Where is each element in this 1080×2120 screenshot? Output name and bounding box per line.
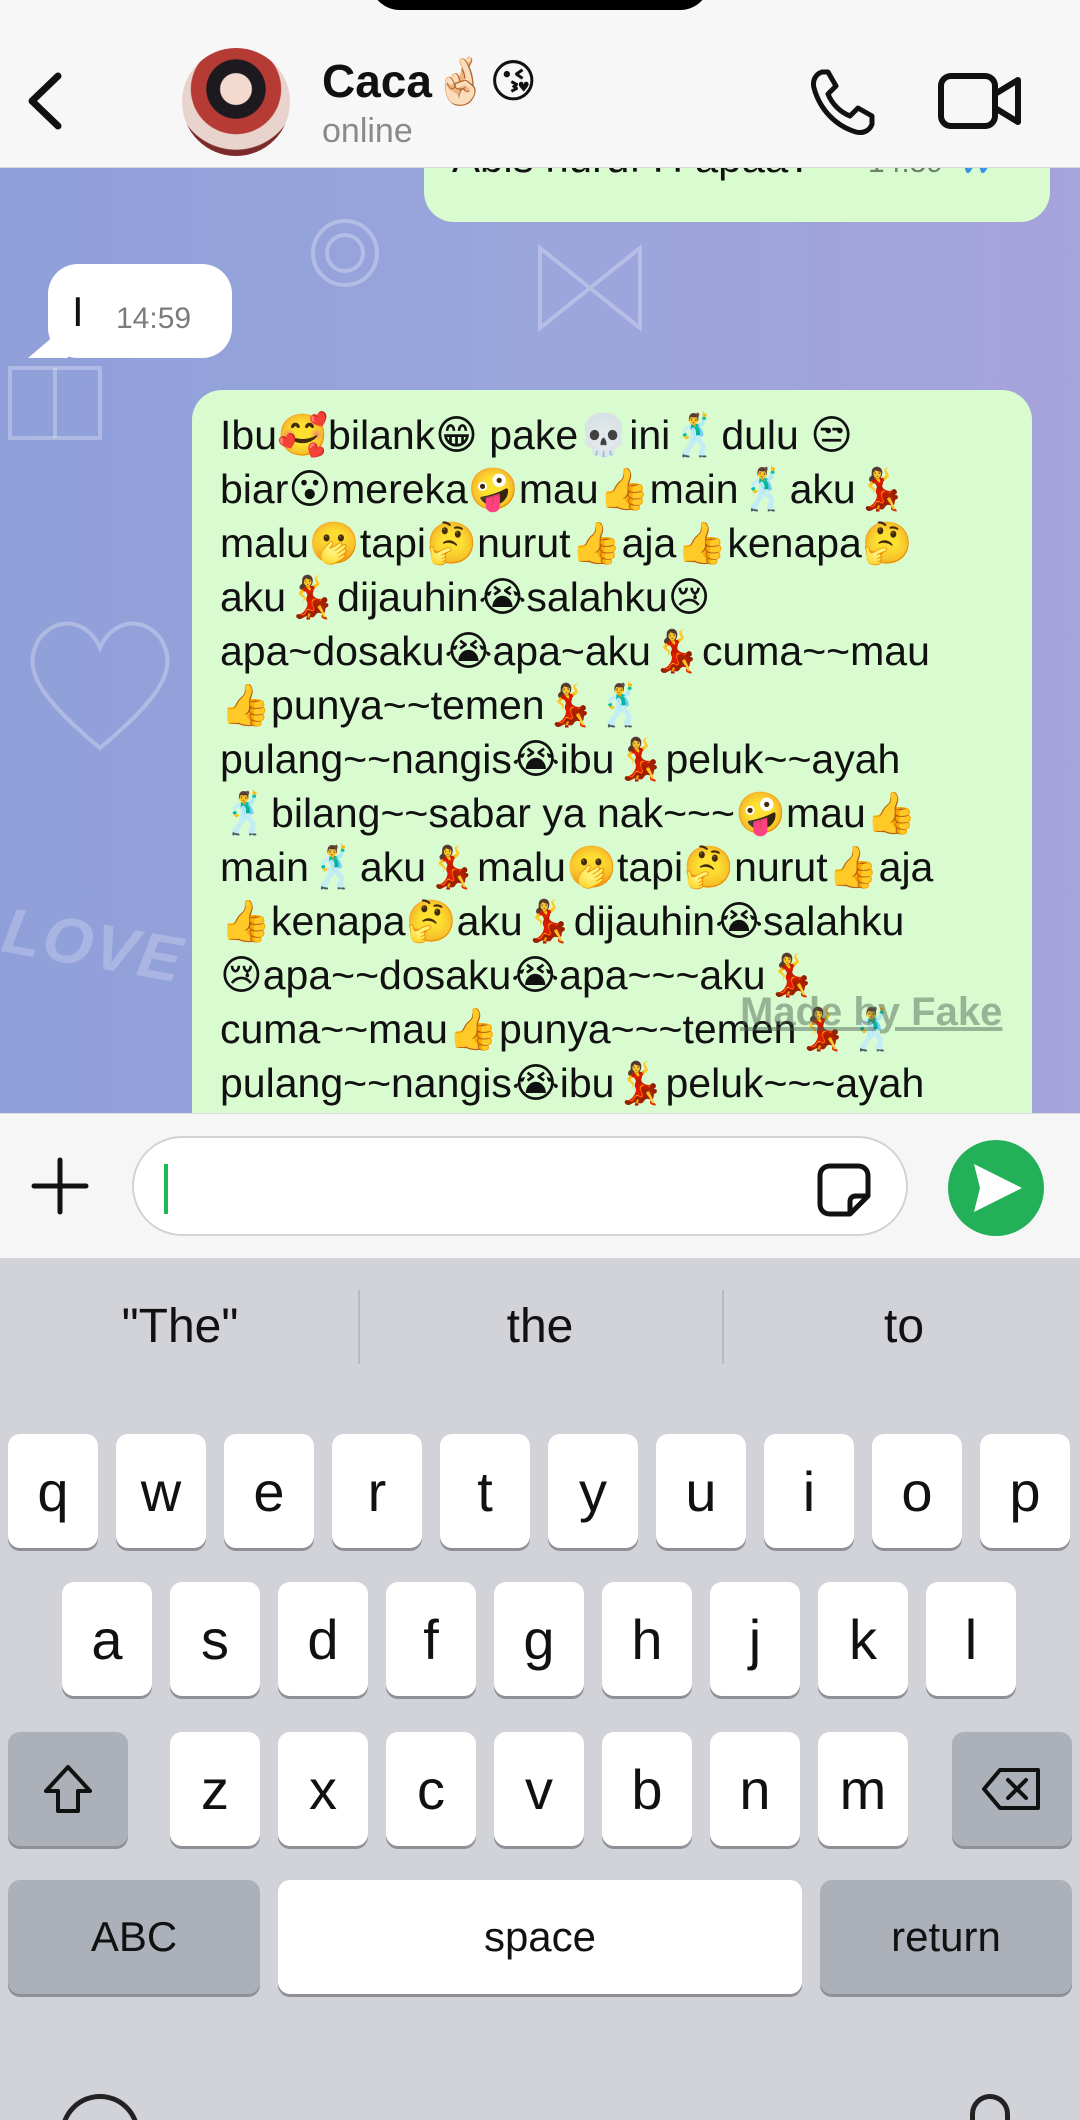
key-h[interactable]: h	[602, 1582, 692, 1696]
key-c[interactable]: c	[386, 1732, 476, 1846]
key-z[interactable]: z	[170, 1732, 260, 1846]
space-key[interactable]: space	[278, 1880, 802, 1994]
message-time: 14:59	[116, 302, 192, 335]
key-x[interactable]: x	[278, 1732, 368, 1846]
key-j[interactable]: j	[710, 1582, 800, 1696]
contact-name[interactable]: Caca🤞🏻😘	[322, 54, 537, 109]
key-p[interactable]: p	[980, 1434, 1070, 1548]
suggestion-1[interactable]: "The"	[0, 1258, 360, 1394]
key-n[interactable]: n	[710, 1732, 800, 1846]
globe-icon[interactable]	[60, 2094, 140, 2120]
shift-icon	[44, 1765, 92, 1813]
key-g[interactable]: g	[494, 1582, 584, 1696]
sticker-icon[interactable]	[816, 1162, 872, 1218]
send-button[interactable]	[948, 1140, 1044, 1236]
key-s[interactable]: s	[170, 1582, 260, 1696]
key-b[interactable]: b	[602, 1732, 692, 1846]
message-text: Abis huruf H apaa?	[452, 168, 812, 182]
key-w[interactable]: w	[116, 1434, 206, 1548]
key-m[interactable]: m	[818, 1732, 908, 1846]
key-l[interactable]: l	[926, 1582, 1016, 1696]
love-doodle-text: LOVE	[0, 893, 190, 997]
keyboard: "The" the to q w e r t y u i o p a s d f…	[0, 1258, 1080, 2120]
phone-icon[interactable]	[808, 66, 878, 136]
key-y[interactable]: y	[548, 1434, 638, 1548]
sun-doodle-icon	[311, 219, 379, 287]
message-input-bar	[0, 1113, 1080, 1258]
suggestion-2[interactable]: the	[360, 1258, 720, 1394]
plus-icon[interactable]	[28, 1154, 92, 1218]
chevron-left-icon[interactable]	[22, 66, 72, 136]
message-input[interactable]	[132, 1136, 908, 1236]
abc-key[interactable]: ABC	[8, 1880, 260, 1994]
read-ticks-icon: ✓✓	[960, 168, 1001, 184]
incoming-message[interactable]: I 14:59	[48, 264, 232, 358]
microphone-icon[interactable]	[970, 2094, 1010, 2120]
heart-doodle-icon	[30, 621, 170, 751]
key-u[interactable]: u	[656, 1434, 746, 1548]
bow-doodle-icon	[538, 243, 642, 333]
watermark-text: Made by Fake	[740, 990, 1003, 1034]
key-i[interactable]: i	[764, 1434, 854, 1548]
chat-header: Caca🤞🏻😘 online	[0, 0, 1080, 168]
send-icon	[974, 1164, 1022, 1212]
key-t[interactable]: t	[440, 1434, 530, 1548]
key-q[interactable]: q	[8, 1434, 98, 1548]
text-cursor	[164, 1164, 168, 1214]
contact-avatar[interactable]	[182, 48, 290, 156]
device-notch	[370, 0, 710, 10]
contact-status: online	[322, 112, 413, 150]
key-r[interactable]: r	[332, 1434, 422, 1548]
video-camera-icon[interactable]	[938, 70, 1022, 132]
delete-key[interactable]	[952, 1732, 1072, 1846]
key-f[interactable]: f	[386, 1582, 476, 1696]
gift-doodle-icon	[8, 366, 102, 440]
key-v[interactable]: v	[494, 1732, 584, 1846]
key-a[interactable]: a	[62, 1582, 152, 1696]
key-d[interactable]: d	[278, 1582, 368, 1696]
message-text: I	[72, 288, 84, 335]
return-key[interactable]: return	[820, 1880, 1072, 1994]
key-k[interactable]: k	[818, 1582, 908, 1696]
key-e[interactable]: e	[224, 1434, 314, 1548]
suggestion-3[interactable]: to	[724, 1258, 1080, 1394]
key-o[interactable]: o	[872, 1434, 962, 1548]
outgoing-message[interactable]: Abis huruf H apaa? 14:59 ✓✓	[424, 168, 1050, 222]
shift-key[interactable]	[8, 1732, 128, 1846]
message-time: 14:59	[868, 168, 943, 180]
chat-area[interactable]: LOVE Abis huruf H apaa? 14:59 ✓✓ I 14:59…	[0, 168, 1080, 1113]
backspace-icon	[982, 1768, 1040, 1810]
